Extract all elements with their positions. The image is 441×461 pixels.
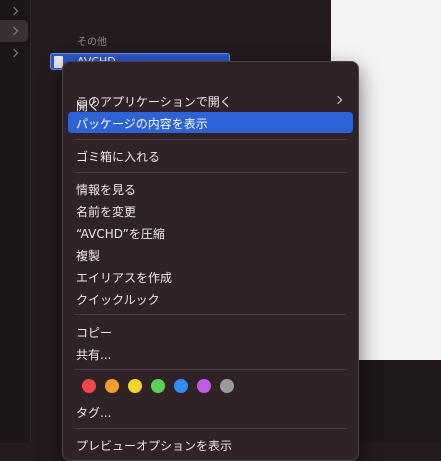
tag-color-blue[interactable] — [174, 379, 188, 393]
menu-item-make-alias[interactable]: エイリアスを作成 — [68, 266, 353, 287]
sidebar — [0, 0, 31, 443]
menu-separator — [75, 369, 346, 370]
menu-item-label: 名前を変更 — [76, 205, 137, 219]
menu-item-label: タグ... — [76, 406, 112, 420]
chevron-right-icon — [333, 95, 343, 105]
menu-separator — [75, 314, 346, 315]
menu-item-label: ゴミ箱に入れる — [76, 150, 161, 164]
sidebar-row-1[interactable] — [0, 0, 28, 22]
menu-item-label: クイックルック — [76, 293, 160, 307]
menu-item-label: 情報を見る — [76, 183, 137, 197]
menu-item-rename[interactable]: 名前を変更 — [68, 200, 353, 221]
menu-item-label: このアプリケーションで開く — [76, 95, 232, 109]
menu-item-tags[interactable]: タグ... — [68, 401, 353, 422]
tag-color-yellow[interactable] — [128, 379, 142, 393]
menu-item-quick-look[interactable]: クイックルック — [68, 288, 353, 309]
menu-item-move-to-trash[interactable]: ゴミ箱に入れる — [68, 145, 353, 166]
chevron-right-icon — [9, 48, 19, 58]
menu-separator — [75, 172, 346, 173]
menu-item-label: エイリアスを作成 — [76, 271, 173, 285]
menu-item-compress[interactable]: “AVCHD”を圧縮 — [68, 222, 353, 243]
tag-color-purple[interactable] — [197, 379, 211, 393]
menu-item-share[interactable]: 共有... — [68, 343, 353, 364]
menu-item-copy[interactable]: コピー — [68, 321, 353, 342]
tag-color-red[interactable] — [82, 379, 96, 393]
context-menu: 開く このアプリケーションで開く パッケージの内容を表示 ゴミ箱に入れる 情報を… — [62, 61, 359, 461]
menu-item-preview-options[interactable]: プレビューオプションを表示 — [68, 434, 353, 455]
menu-item-label: パッケージの内容を表示 — [76, 117, 208, 131]
chevron-right-icon — [9, 6, 19, 16]
menu-item-label: プレビューオプションを表示 — [76, 439, 233, 453]
section-label: その他 — [77, 37, 107, 48]
chevron-right-icon — [9, 26, 19, 36]
sidebar-row-2[interactable] — [0, 20, 28, 42]
menu-item-label: 共有... — [76, 348, 112, 362]
menu-item-get-info[interactable]: 情報を見る — [68, 178, 353, 199]
menu-item-label: コピー — [76, 326, 113, 340]
menu-item-open-with[interactable]: このアプリケーションで開く — [68, 90, 353, 111]
menu-item-label: “AVCHD”を圧縮 — [76, 227, 165, 241]
menu-item-label: 複製 — [76, 249, 101, 263]
menu-item-duplicate[interactable]: 複製 — [68, 244, 353, 265]
tag-color-green[interactable] — [151, 379, 165, 393]
tag-color-row — [82, 379, 234, 393]
tag-color-orange[interactable] — [105, 379, 119, 393]
menu-item-show-package-contents[interactable]: パッケージの内容を表示 — [68, 112, 353, 133]
menu-separator — [75, 139, 346, 140]
sidebar-row-3[interactable] — [0, 42, 28, 64]
menu-separator — [75, 428, 346, 429]
tag-color-gray[interactable] — [220, 379, 234, 393]
